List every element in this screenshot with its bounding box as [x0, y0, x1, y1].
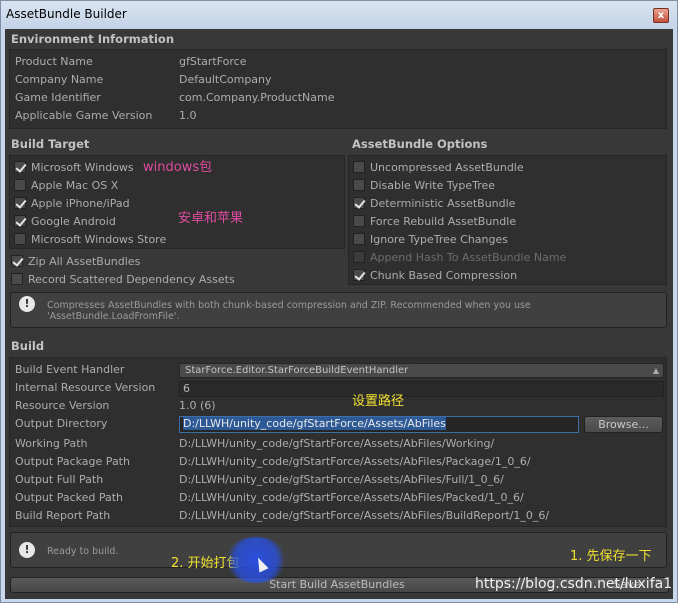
checkbox-unchecked-icon[interactable]: [353, 233, 365, 245]
checkbox-unchecked-icon[interactable]: [14, 179, 26, 191]
target-google-android[interactable]: Google Android: [14, 213, 116, 229]
assetbundle-builder-window: AssetBundle Builder x Environment Inform…: [0, 0, 678, 603]
checkbox-unchecked-icon[interactable]: [353, 179, 365, 191]
option-label: Deterministic AssetBundle: [370, 196, 516, 210]
option-label: Append Hash To AssetBundle Name: [370, 250, 567, 264]
output-full-path-label: Output Full Path: [15, 473, 104, 486]
status-text: Ready to build.: [47, 546, 119, 557]
checkbox-unchecked-icon[interactable]: [14, 233, 26, 245]
checkbox-unchecked-icon[interactable]: [11, 273, 23, 285]
game-identifier-value: com.Company.ProductName: [179, 91, 335, 104]
build-target-title: Build Target: [11, 137, 90, 151]
annotation-windows: windows包: [143, 160, 213, 175]
output-packed-path-label: Output Packed Path: [15, 491, 124, 504]
build-report-path-label: Build Report Path: [15, 509, 111, 522]
environment-box: Product Name gfStartForce Company Name D…: [9, 49, 667, 129]
output-directory-value: D:/LLWH/unity_code/gfStartForce/Assets/A…: [183, 417, 446, 430]
watermark: https://blog.csdn.net/luxifa1: [475, 576, 673, 592]
build-event-handler-dropdown[interactable]: StarForce.Editor.StarForceBuildEventHand…: [179, 363, 664, 378]
option-uncompressed[interactable]: Uncompressed AssetBundle: [353, 159, 524, 175]
working-path-label: Working Path: [15, 437, 88, 450]
info-icon: !: [19, 542, 35, 558]
record-scattered-dependency[interactable]: Record Scattered Dependency Assets: [11, 271, 235, 287]
close-button[interactable]: x: [653, 8, 669, 23]
checkbox-unchecked-icon[interactable]: [353, 215, 365, 227]
annotation-set-path: 设置路径: [352, 394, 405, 409]
window-title: AssetBundle Builder: [6, 7, 127, 21]
checkbox-disabled-icon: [353, 251, 365, 263]
title-bar[interactable]: AssetBundle Builder x: [1, 1, 677, 29]
option-append-hash: Append Hash To AssetBundle Name: [353, 249, 566, 265]
editor-client-area: Environment Information Product Name gfS…: [5, 29, 673, 599]
game-version-label: Applicable Game Version: [15, 109, 153, 122]
info-text-line2: 'AssetBundle.LoadFromFile'.: [47, 311, 180, 322]
target-label: Apple iPhone/iPad: [31, 196, 130, 210]
output-directory-label: Output Directory: [15, 417, 108, 430]
option-chunk-based-compression[interactable]: Chunk Based Compression: [353, 267, 517, 283]
annotation-android-apple: 安卓和苹果: [178, 211, 244, 226]
compression-info-box: ! Compresses AssetBundles with both chun…: [10, 292, 667, 328]
checkbox-checked-icon[interactable]: [14, 197, 26, 209]
checkbox-checked-icon[interactable]: [353, 269, 365, 281]
info-text-line1: Compresses AssetBundles with both chunk-…: [47, 300, 531, 311]
option-disable-write-typetree[interactable]: Disable Write TypeTree: [353, 177, 495, 193]
build-event-handler-value: StarForce.Editor.StarForceBuildEventHand…: [185, 365, 409, 376]
checkbox-checked-icon[interactable]: [11, 255, 23, 267]
assetbundle-options-title: AssetBundle Options: [352, 137, 488, 151]
resource-version-value: 1.0 (6): [179, 399, 216, 412]
target-label: Google Android: [31, 214, 116, 228]
internal-resource-version-label: Internal Resource Version: [15, 381, 156, 394]
environment-section-title: Environment Information: [11, 32, 175, 46]
annotation-save-first: 1. 先保存一下: [570, 549, 652, 564]
build-report-path-value: D:/LLWH/unity_code/gfStartForce/Assets/A…: [179, 509, 550, 522]
target-label: Microsoft Windows Store: [31, 232, 167, 246]
target-label: Microsoft Windows: [31, 160, 134, 174]
status-box: ! Ready to build.: [10, 532, 667, 568]
option-label: Chunk Based Compression: [370, 268, 518, 282]
checkbox-checked-icon[interactable]: [14, 161, 26, 173]
option-label: Disable Write TypeTree: [370, 178, 496, 192]
product-name-value: gfStartForce: [179, 55, 247, 68]
option-label: Uncompressed AssetBundle: [370, 160, 524, 174]
option-ignore-typetree-changes[interactable]: Ignore TypeTree Changes: [353, 231, 508, 247]
build-section-title: Build: [11, 339, 45, 353]
output-package-path-label: Output Package Path: [15, 455, 130, 468]
company-name-value: DefaultCompany: [179, 73, 272, 86]
browse-button[interactable]: Browse...: [584, 416, 663, 433]
output-package-path-value: D:/LLWH/unity_code/gfStartForce/Assets/A…: [179, 455, 531, 468]
target-apple-iphone[interactable]: Apple iPhone/iPad: [14, 195, 130, 211]
company-name-label: Company Name: [15, 73, 104, 86]
info-icon: !: [19, 296, 35, 312]
working-path-value: D:/LLWH/unity_code/gfStartForce/Assets/A…: [179, 437, 495, 450]
output-directory-input[interactable]: D:/LLWH/unity_code/gfStartForce/Assets/A…: [179, 416, 579, 433]
game-identifier-label: Game Identifier: [15, 91, 101, 104]
dropdown-arrow-icon: ▲: [652, 366, 659, 375]
target-microsoft-windows[interactable]: Microsoft Windows: [14, 159, 134, 175]
internal-resource-version-field[interactable]: 6: [179, 381, 664, 397]
build-box: Build Event Handler StarForce.Editor.Sta…: [9, 357, 667, 527]
assetbundle-options-box: Uncompressed AssetBundle Disable Write T…: [348, 155, 667, 285]
output-full-path-value: D:/LLWH/unity_code/gfStartForce/Assets/A…: [179, 473, 504, 486]
product-name-label: Product Name: [15, 55, 93, 68]
option-label: Ignore TypeTree Changes: [370, 232, 508, 246]
output-packed-path-value: D:/LLWH/unity_code/gfStartForce/Assets/A…: [179, 491, 524, 504]
target-apple-mac[interactable]: Apple Mac OS X: [14, 177, 118, 193]
checkbox-unchecked-icon[interactable]: [353, 161, 365, 173]
checkbox-checked-icon[interactable]: [353, 197, 365, 209]
option-deterministic[interactable]: Deterministic AssetBundle: [353, 195, 515, 211]
record-scattered-label: Record Scattered Dependency Assets: [28, 272, 235, 286]
build-event-handler-label: Build Event Handler: [15, 363, 125, 376]
game-version-value: 1.0: [179, 109, 197, 122]
option-force-rebuild[interactable]: Force Rebuild AssetBundle: [353, 213, 516, 229]
option-label: Force Rebuild AssetBundle: [370, 214, 517, 228]
target-label: Apple Mac OS X: [31, 178, 119, 192]
resource-version-label: Resource Version: [15, 399, 110, 412]
zip-all-label: Zip All AssetBundles: [28, 254, 141, 268]
checkbox-checked-icon[interactable]: [14, 215, 26, 227]
zip-all-assetbundles[interactable]: Zip All AssetBundles: [11, 253, 140, 269]
target-windows-store[interactable]: Microsoft Windows Store: [14, 231, 166, 247]
